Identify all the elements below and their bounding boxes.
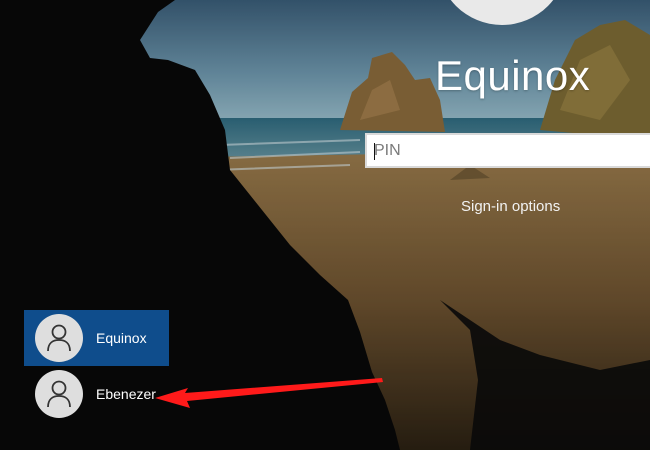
text-caret	[374, 143, 375, 160]
person-icon	[35, 370, 83, 418]
pin-field[interactable]	[365, 133, 650, 168]
user-tile-ebenezer[interactable]: Ebenezer	[24, 366, 169, 422]
sign-in-options-link[interactable]: Sign-in options	[461, 198, 560, 215]
user-tile-equinox[interactable]: Equinox	[24, 310, 169, 366]
account-name: Equinox	[435, 52, 591, 99]
person-icon	[35, 314, 83, 362]
user-tile-label: Ebenezer	[96, 386, 156, 402]
user-tile-label: Equinox	[96, 330, 147, 346]
pin-input[interactable]	[367, 135, 650, 166]
